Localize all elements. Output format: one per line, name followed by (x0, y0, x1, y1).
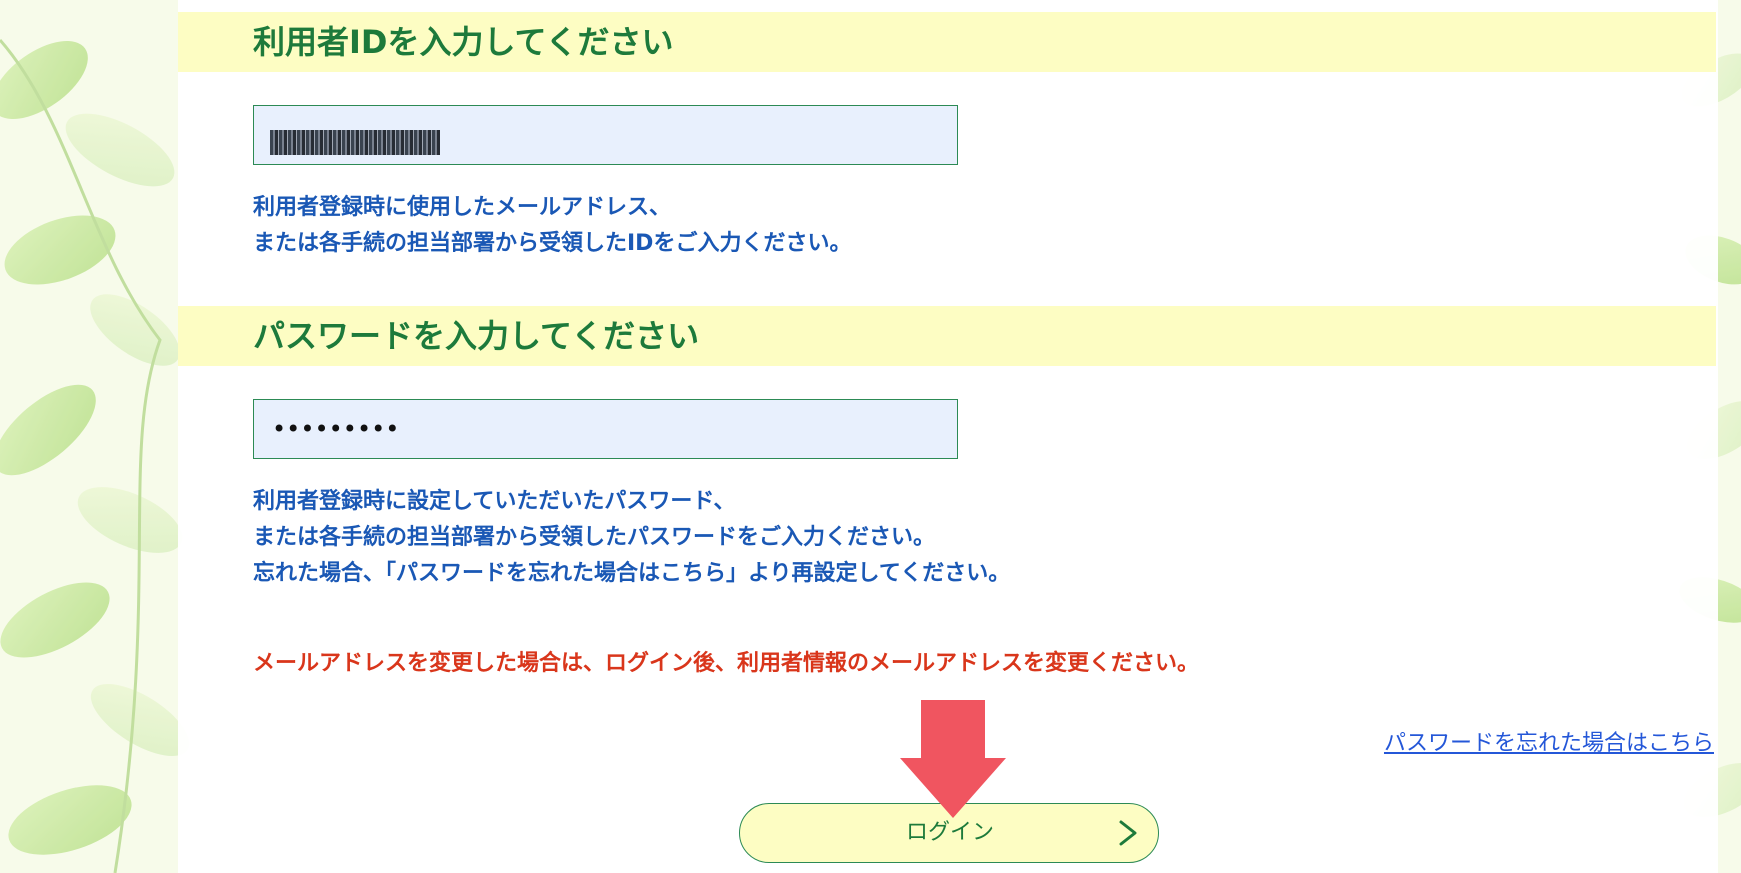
login-button[interactable]: ログイン (739, 803, 1159, 863)
id-section-title: 利用者IDを入力してください (253, 23, 674, 61)
password-section-title: パスワードを入力してください (253, 317, 700, 355)
password-help-line-3: 忘れた場合、「パスワードを忘れた場合はこちら」より再設定してください。 (253, 561, 1011, 586)
id-help-line-1: 利用者登録時に使用したメールアドレス、 (253, 195, 672, 220)
password-help-line-2: または各手続の担当部署から受領したパスワードをご入力ください。 (253, 525, 936, 550)
password-input[interactable] (253, 399, 958, 459)
email-change-warning: メールアドレスを変更した場合は、ログイン後、利用者情報のメールアドレスを変更くだ… (253, 651, 1200, 676)
chevron-right-icon (1119, 820, 1137, 846)
redacted-user-id (270, 130, 440, 155)
login-button-label: ログイン (905, 820, 994, 845)
login-form-container: 利用者IDを入力してください 利用者登録時に使用したメールアドレス、 または各手… (0, 0, 1741, 873)
password-help-line-1: 利用者登録時に設定していただいたパスワード、 (253, 489, 736, 514)
forgot-password-link[interactable]: パスワードを忘れた場合はこちら (1384, 728, 1714, 760)
id-help-line-2: または各手続の担当部署から受領したIDをご入力ください。 (253, 231, 852, 256)
